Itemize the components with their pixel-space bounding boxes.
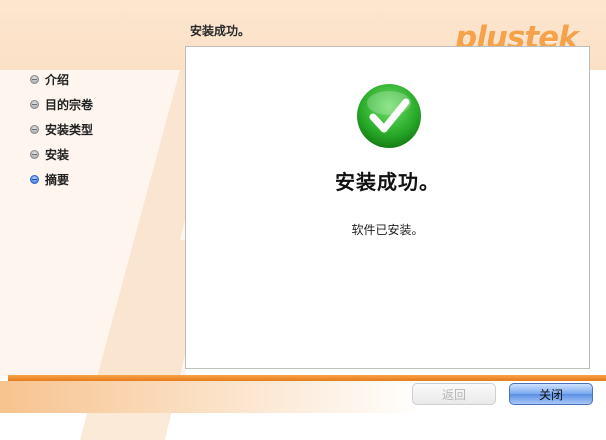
- back-button[interactable]: 返回: [412, 383, 496, 405]
- result-message: 软件已安装。: [351, 223, 424, 237]
- step-install-type: 安装类型: [30, 117, 93, 142]
- step-installation: 安装: [30, 142, 93, 167]
- step-label: 摘要: [45, 173, 70, 187]
- step-label: 目的宗卷: [45, 98, 94, 112]
- step-label: 安装类型: [45, 123, 94, 137]
- page-title: 安装成功。: [190, 24, 251, 38]
- content-panel: 安装成功。 软件已安装。: [185, 46, 590, 369]
- step-destination: 目的宗卷: [30, 92, 93, 117]
- step-bullet-icon: [30, 100, 39, 109]
- step-summary: 摘要: [30, 167, 93, 192]
- step-bullet-icon: [30, 75, 39, 84]
- step-bullet-icon: [30, 150, 39, 159]
- step-bullet-icon: [30, 125, 39, 134]
- close-button[interactable]: 关闭: [509, 383, 593, 405]
- success-check-icon: [357, 84, 421, 148]
- installer-steps: 介绍 目的宗卷 安装类型 安装 摘要: [30, 67, 93, 192]
- step-label: 介绍: [45, 73, 70, 87]
- step-label: 安装: [45, 148, 70, 162]
- result-heading: 安装成功。: [335, 170, 440, 194]
- step-introduction: 介绍: [30, 67, 93, 92]
- step-current-bullet-icon: [30, 175, 39, 184]
